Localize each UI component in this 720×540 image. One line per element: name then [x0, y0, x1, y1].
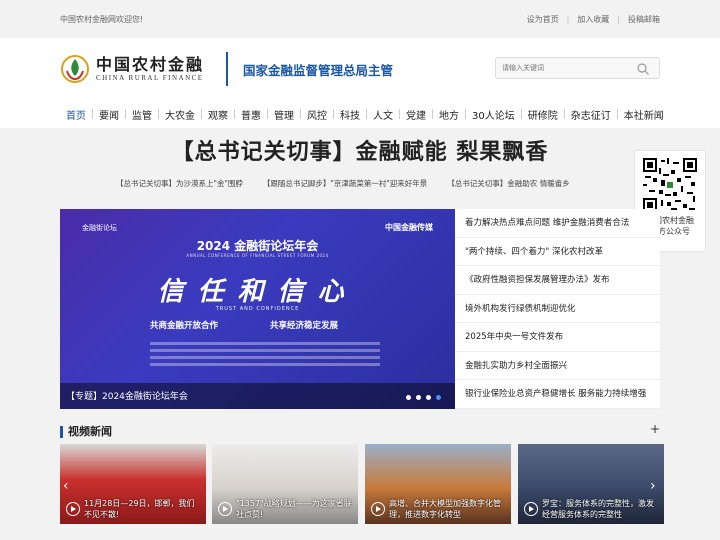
submit-email-link[interactable]: 投稿邮箱 — [628, 14, 660, 25]
add-favorite-link[interactable]: 加入收藏 — [577, 14, 609, 25]
header-divider — [226, 52, 228, 86]
sub-headline-link[interactable]: 【总书记关切事】金融助农 情暖畲乡 — [447, 178, 569, 189]
play-icon[interactable] — [524, 502, 538, 516]
featured-banner[interactable]: 金融街论坛 中国金融传媒 2024 金融街论坛年会 ANNUAL CONFERE… — [60, 209, 455, 409]
site-header: 中国农村金融 CHINA RURAL FINANCE 国家金融监督管理总局主管 — [0, 38, 720, 100]
headline[interactable]: 【总书记关切事】金融赋能 梨果飘香 — [0, 134, 720, 166]
news-item[interactable]: 境外机构发行绿债机制迎优化 — [455, 295, 660, 323]
search-box — [495, 57, 660, 79]
nav-item-party[interactable]: 党建 — [400, 107, 432, 122]
separator: | — [566, 14, 570, 24]
video-card[interactable]: 罗宝：服务体系的完整性，激发经营服务体系的完整性 — [518, 444, 664, 524]
header-slogan: 国家金融监督管理总局主管 — [243, 63, 394, 78]
chevron-left-icon[interactable]: ‹ — [63, 478, 69, 494]
nav-item-company-news[interactable]: 本社新闻 — [618, 107, 670, 122]
banner-slogan-right: 共享经济稳定发展 — [270, 321, 339, 331]
banner-theme-english: TRUST AND CONFIDENCE — [215, 306, 300, 312]
banner-organizer-list — [150, 342, 380, 372]
main-nav: 首页 要闻 监管 大农金 观察 普惠 管理 风控 科技 人文 党建 地方 30人… — [0, 100, 720, 128]
welcome-text: 中国农村金融网欢迎您! — [60, 14, 144, 24]
banner-conference-english: ANNUAL CONFERENCE OF FINANCIAL STREET FO… — [186, 253, 329, 258]
video-caption: "1357"战略规划——为这家省联社点赞! — [236, 499, 352, 519]
sub-headline-link[interactable]: 【跟随总书记脚步】"京津蔬菜第一村"迎来好年景 — [263, 178, 427, 189]
slide-dot-active[interactable] — [436, 395, 441, 400]
play-icon[interactable] — [218, 502, 232, 516]
video-card[interactable]: 高增、合并大模型加强数字化管理，推进数字化转型 — [365, 444, 511, 524]
slide-dot[interactable] — [416, 395, 421, 400]
banner-media-logo: 中国金融传媒 — [385, 223, 433, 232]
site-logo[interactable]: 中国农村金融 CHINA RURAL FINANCE — [60, 52, 220, 86]
section-marker — [60, 426, 63, 438]
play-icon[interactable] — [66, 502, 80, 516]
chevron-right-icon[interactable]: › — [650, 478, 656, 494]
nav-item-risk[interactable]: 风控 — [301, 107, 333, 122]
play-icon[interactable] — [371, 502, 385, 516]
news-item[interactable]: 《政府性融资担保发展管理办法》发布 — [455, 266, 660, 295]
nav-item-regulation[interactable]: 监管 — [126, 107, 158, 122]
banner-caption[interactable]: 【专题】2024金融街论坛年会 — [66, 389, 188, 402]
slide-dot[interactable] — [426, 395, 431, 400]
news-item[interactable]: 2025年中央一号文件发布 — [455, 323, 660, 352]
video-caption: 高增、合并大模型加强数字化管理，推进数字化转型 — [389, 499, 501, 519]
video-section-header: 视频新闻 + — [60, 422, 660, 442]
nav-item-management[interactable]: 管理 — [268, 107, 300, 122]
video-card[interactable]: 11月28日—29日，邯郸，我们不见不散! — [60, 444, 206, 524]
search-icon[interactable] — [636, 61, 650, 75]
set-homepage-link[interactable]: 设为首页 — [527, 14, 559, 25]
banner-theme-text: 信任和信心 — [157, 277, 358, 307]
banner-slogan-left: 共商金融开放合作 — [150, 321, 219, 331]
sub-headline-link[interactable]: 【总书记关切事】为沙漠系上"金"围脖 — [116, 178, 243, 189]
nav-item-home[interactable]: 首页 — [60, 107, 92, 122]
logo-chinese: 中国农村金融 — [96, 55, 205, 74]
nav-item-danongjin[interactable]: 大农金 — [159, 107, 201, 122]
nav-item-forum[interactable]: 30人论坛 — [466, 107, 521, 122]
nav-item-culture[interactable]: 人文 — [367, 107, 399, 122]
logo-emblem-icon — [60, 54, 90, 84]
news-item[interactable]: "两个持续、四个着力" 深化农村改革 — [455, 238, 660, 266]
video-carousel: 11月28日—29日，邯郸，我们不见不散! "1357"战略规划——为这家省联社… — [60, 444, 664, 524]
news-item[interactable]: 着力解决热点难点问题 维护金融消费者合法 — [455, 209, 660, 238]
nav-item-observation[interactable]: 观察 — [202, 107, 234, 122]
logo-english: CHINA RURAL FINANCE — [96, 74, 204, 82]
video-caption: 罗宝：服务体系的完整性，激发经营服务体系的完整性 — [542, 499, 654, 519]
news-item[interactable]: 金融扎实助力乡村全面振兴 — [455, 352, 660, 380]
topbar-links: 设为首页 | 加入收藏 | 投稿邮箱 — [527, 14, 660, 25]
separator: | — [617, 14, 620, 24]
nav-item-tech[interactable]: 科技 — [334, 107, 366, 122]
video-card[interactable]: "1357"战略规划——为这家省联社点赞! — [212, 444, 358, 524]
headline-news-list: 着力解决热点难点问题 维护金融消费者合法 "两个持续、四个着力" 深化农村改革 … — [455, 209, 660, 409]
sub-headlines: 【总书记关切事】为沙漠系上"金"围脖 【跟随总书记脚步】"京津蔬菜第一村"迎来好… — [116, 178, 590, 189]
news-item[interactable]: 银行业保险业总资产稳健增长 服务能力持续增强 — [455, 380, 660, 409]
slide-indicators — [401, 395, 441, 400]
nav-item-inclusive[interactable]: 普惠 — [235, 107, 267, 122]
nav-item-institute[interactable]: 研修院 — [522, 107, 564, 122]
banner-forum-logo: 金融街论坛 — [82, 224, 117, 232]
banner-conference-title: 2024 金融街论坛年会 — [196, 239, 319, 253]
nav-item-subscribe[interactable]: 杂志征订 — [565, 107, 617, 122]
nav-item-news[interactable]: 要闻 — [93, 107, 125, 122]
nav-item-local[interactable]: 地方 — [433, 107, 465, 122]
search-input[interactable] — [496, 64, 636, 72]
video-caption: 11月28日—29日，邯郸，我们不见不散! — [84, 499, 195, 519]
video-section-title[interactable]: 视频新闻 — [68, 423, 112, 439]
more-icon[interactable]: + — [650, 422, 660, 436]
qr-code-icon — [643, 158, 697, 212]
topbar: 中国农村金融网欢迎您! 设为首页 | 加入收藏 | 投稿邮箱 — [0, 0, 720, 38]
slide-dot[interactable] — [406, 395, 411, 400]
